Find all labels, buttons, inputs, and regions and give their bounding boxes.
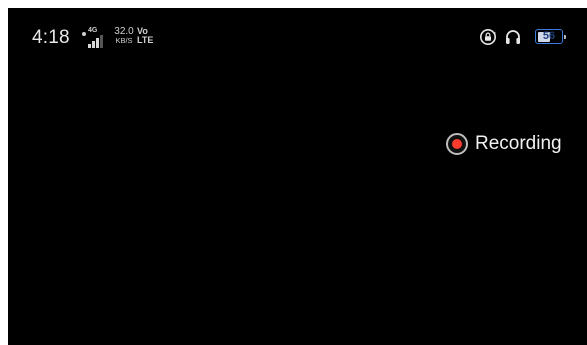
status-icons-right: 56 [479, 28, 566, 46]
network-speed: 32.0 KB/S [112, 26, 136, 46]
network-type-label: 4G [88, 27, 98, 34]
headphones-icon [504, 28, 522, 51]
battery-icon: 56 [535, 29, 566, 44]
speed-value: 32.0 [114, 26, 134, 37]
clock: 4:18 [32, 27, 70, 48]
data-activity-icon [82, 32, 86, 36]
signal-bar [92, 41, 95, 48]
record-icon [446, 133, 468, 155]
recording-indicator[interactable]: Recording [446, 130, 562, 158]
battery-level: 56 [542, 30, 556, 42]
volte-bottom: LTE [137, 35, 154, 45]
signal-bars [88, 35, 106, 48]
battery-terminal [564, 35, 566, 39]
recording-label: Recording [475, 133, 562, 154]
screen: 4:18 4G 32.0 KB/S Vo LTE 56 Recording [8, 8, 587, 345]
signal-bar [88, 44, 91, 48]
record-dot [452, 139, 462, 149]
status-bar: 4:18 4G 32.0 KB/S Vo LTE 56 [8, 8, 587, 66]
signal-bar [100, 35, 103, 48]
speed-unit: KB/S [115, 36, 133, 45]
cellular-signal-icon: 4G [82, 27, 108, 49]
volte-icon: Vo LTE [137, 27, 157, 45]
signal-bar [96, 38, 99, 48]
rotation-lock-icon [479, 28, 497, 51]
